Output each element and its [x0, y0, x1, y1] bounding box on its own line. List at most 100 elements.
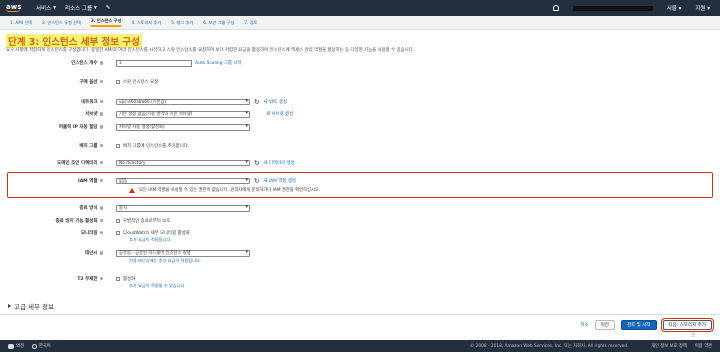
terms-link[interactable]: 이용 약관: [695, 343, 712, 349]
field-label: 테넌시: [0, 250, 116, 256]
footer: 의견 한국어 © 2008 - 2018, Amazon Web Service…: [0, 340, 720, 352]
field-label: 네트워크: [0, 99, 116, 105]
field-label: 배치 그룹: [0, 143, 116, 149]
info-icon[interactable]: [99, 230, 103, 235]
row-termination: 종료 방지 기능 활성화 우발적인 종료로부터 보호: [0, 218, 720, 224]
field-label: 종료 방식: [0, 205, 116, 211]
advanced-details-toggle[interactable]: 고급 세부 정보: [8, 301, 54, 311]
cancel-button[interactable]: 취소: [580, 322, 588, 328]
top-navigation: aws 서비스 ▾ 리소스 그룹 ▾ ✎ 서울 ▾ 지원 ▾: [0, 0, 720, 16]
field-label: IAM 역할: [0, 178, 116, 184]
row-t2: T2 무제한 활성화: [0, 276, 720, 282]
row-monitoring: 모니터링 CloudWatch 세부 모니터링 활성화: [0, 230, 720, 236]
wizard-step-ami[interactable]: 1. AMI 선택: [10, 20, 32, 26]
monitoring-note[interactable]: 추가 요금이 적용됩니다.: [129, 237, 172, 243]
row-shutdown: 종료 방식 중지: [0, 205, 720, 212]
region-menu[interactable]: 서울 ▾: [667, 4, 682, 12]
field-label: 인스턴스 개수: [0, 60, 116, 66]
iam-role-select[interactable]: 없음: [116, 177, 250, 185]
tenancy-note[interactable]: 전용 테넌시에는 추가 요금이 적용됩니다.: [129, 258, 201, 264]
monitoring-checkbox[interactable]: [116, 231, 120, 235]
auto-scaling-link[interactable]: Auto Scaling 그룹 시작: [195, 60, 241, 66]
wizard-step-configure[interactable]: 3. 인스턴스 구성: [90, 18, 122, 27]
hand-cursor-icon: ☝: [690, 331, 695, 339]
previous-button[interactable]: 이전: [594, 320, 615, 330]
info-icon[interactable]: [99, 143, 103, 148]
info-icon[interactable]: [99, 206, 103, 210]
info-icon[interactable]: [99, 112, 103, 116]
row-domain: 도메인 조인 디렉터리 No directory ↻ 새 디렉터리 생성: [0, 159, 720, 167]
account-menu[interactable]: [572, 5, 653, 11]
wizard-step-security-group[interactable]: 6. 보안 그룹 구성: [203, 20, 234, 26]
termination-checkbox[interactable]: [116, 219, 120, 223]
info-icon[interactable]: [99, 79, 103, 84]
field-label: 서브넷: [0, 111, 116, 117]
action-bar: 취소 이전 검토 및 시작 다음: 스토리지 추가: [580, 317, 715, 333]
info-icon[interactable]: [99, 218, 103, 223]
field-label: 종료 방지 기능 활성화: [0, 218, 116, 224]
wizard-step-storage[interactable]: 4. 스토리지 추가: [131, 20, 161, 26]
row-instances: 인스턴스 개수 1 Auto Scaling 그룹 시작: [0, 60, 720, 67]
refresh-icon[interactable]: ↻: [254, 98, 259, 106]
support-menu[interactable]: 지원 ▾: [695, 4, 710, 12]
create-directory-link[interactable]: 새 디렉터리 생성: [263, 160, 294, 166]
bell-icon[interactable]: [552, 5, 559, 11]
row-placement: 배치 그룹 배치 그룹에 인스턴스를 추가합니다.: [0, 143, 720, 149]
subnet-select[interactable]: 기본 설정 없음(가용 영역의 기본 서브넷): [116, 111, 250, 118]
placement-checkbox[interactable]: [116, 144, 120, 148]
t2-checkbox[interactable]: [116, 277, 120, 281]
network-select[interactable]: vpc-e60a8a66 (기본값): [116, 98, 250, 106]
public-ip-select[interactable]: 서브넷 사용 설정(활성화): [116, 124, 250, 131]
monitoring-label: CloudWatch 세부 모니터링 활성화: [123, 231, 190, 236]
page-title: 단계 3: 인스턴스 세부 정보 구성: [6, 34, 142, 48]
field-label: 퍼블릭 IP 자동 할당: [0, 124, 116, 130]
chevron-down-icon: ▾: [94, 5, 97, 11]
chevron-down-icon: ▾: [53, 5, 56, 11]
refresh-icon[interactable]: ↻: [254, 177, 259, 185]
field-label: 구매 옵션: [0, 79, 116, 85]
review-launch-button[interactable]: 검토 및 시작: [620, 320, 657, 330]
t2-label: 활성화: [123, 277, 136, 282]
info-icon[interactable]: [99, 251, 103, 255]
create-vpc-link[interactable]: 새 VPC 생성: [263, 99, 287, 105]
info-icon[interactable]: [99, 99, 103, 104]
info-icon[interactable]: [99, 178, 103, 183]
row-network: 네트워크 vpc-e60a8a66 (기본값) ↻ 새 VPC 생성: [0, 98, 720, 106]
caret-right-icon: [8, 304, 11, 308]
info-icon[interactable]: [99, 125, 103, 129]
aws-logo[interactable]: aws: [6, 4, 28, 12]
language-selector[interactable]: 한국어: [31, 343, 51, 349]
create-iam-role-link[interactable]: 새 IAM 역할 생성: [263, 178, 295, 184]
tenancy-select[interactable]: 공유됨 - 공유된 하드웨어 인스턴스 실행: [116, 250, 250, 257]
privacy-link[interactable]: 개인 정보 보호 정책: [651, 343, 687, 349]
info-icon[interactable]: [99, 61, 103, 65]
create-subnet-link[interactable]: 새 서브넷 생성: [266, 111, 293, 117]
spot-checkbox[interactable]: [116, 80, 120, 84]
refresh-icon[interactable]: ↻: [254, 159, 259, 167]
instance-count-input[interactable]: 1: [116, 60, 192, 67]
services-menu[interactable]: 서비스 ▾: [36, 4, 56, 12]
row-tenancy: 테넌시 공유됨 - 공유된 하드웨어 인스턴스 실행: [0, 250, 720, 257]
info-icon[interactable]: [99, 160, 103, 165]
iam-highlight-box: [7, 172, 713, 198]
wizard-step-instance-type[interactable]: 2. 인스턴스 유형 선택: [42, 20, 81, 26]
speech-bubble-icon: [8, 343, 14, 349]
next-add-storage-button[interactable]: 다음: 스토리지 추가: [660, 317, 715, 333]
t2-note[interactable]: 추가 요금이 적용될 수 있습니다: [129, 283, 184, 289]
warning-icon: [129, 187, 135, 193]
placement-label: 배치 그룹에 인스턴스를 추가합니다.: [123, 144, 190, 149]
pin-icon[interactable]: ✎: [106, 4, 111, 12]
shutdown-select[interactable]: 중지: [116, 205, 250, 212]
feedback-button[interactable]: 의견: [8, 343, 24, 349]
field-label: 도메인 조인 디렉터리: [0, 160, 116, 166]
wizard-step-tags[interactable]: 5. 태그 추가: [171, 20, 193, 26]
domain-select[interactable]: No directory: [116, 159, 250, 167]
copyright: © 2008 - 2018, Amazon Web Services, Inc.…: [470, 344, 629, 349]
resource-groups-menu[interactable]: 리소스 그룹 ▾: [65, 4, 97, 12]
wizard-step-review[interactable]: 7. 검토: [244, 20, 257, 26]
info-icon[interactable]: [99, 276, 103, 281]
field-label: 모니터링: [0, 230, 116, 236]
row-subnet: 서브넷 기본 설정 없음(가용 영역의 기본 서브넷) 새 서브넷 생성: [0, 111, 720, 118]
globe-icon: [31, 343, 37, 349]
field-label: T2 무제한: [0, 276, 116, 282]
